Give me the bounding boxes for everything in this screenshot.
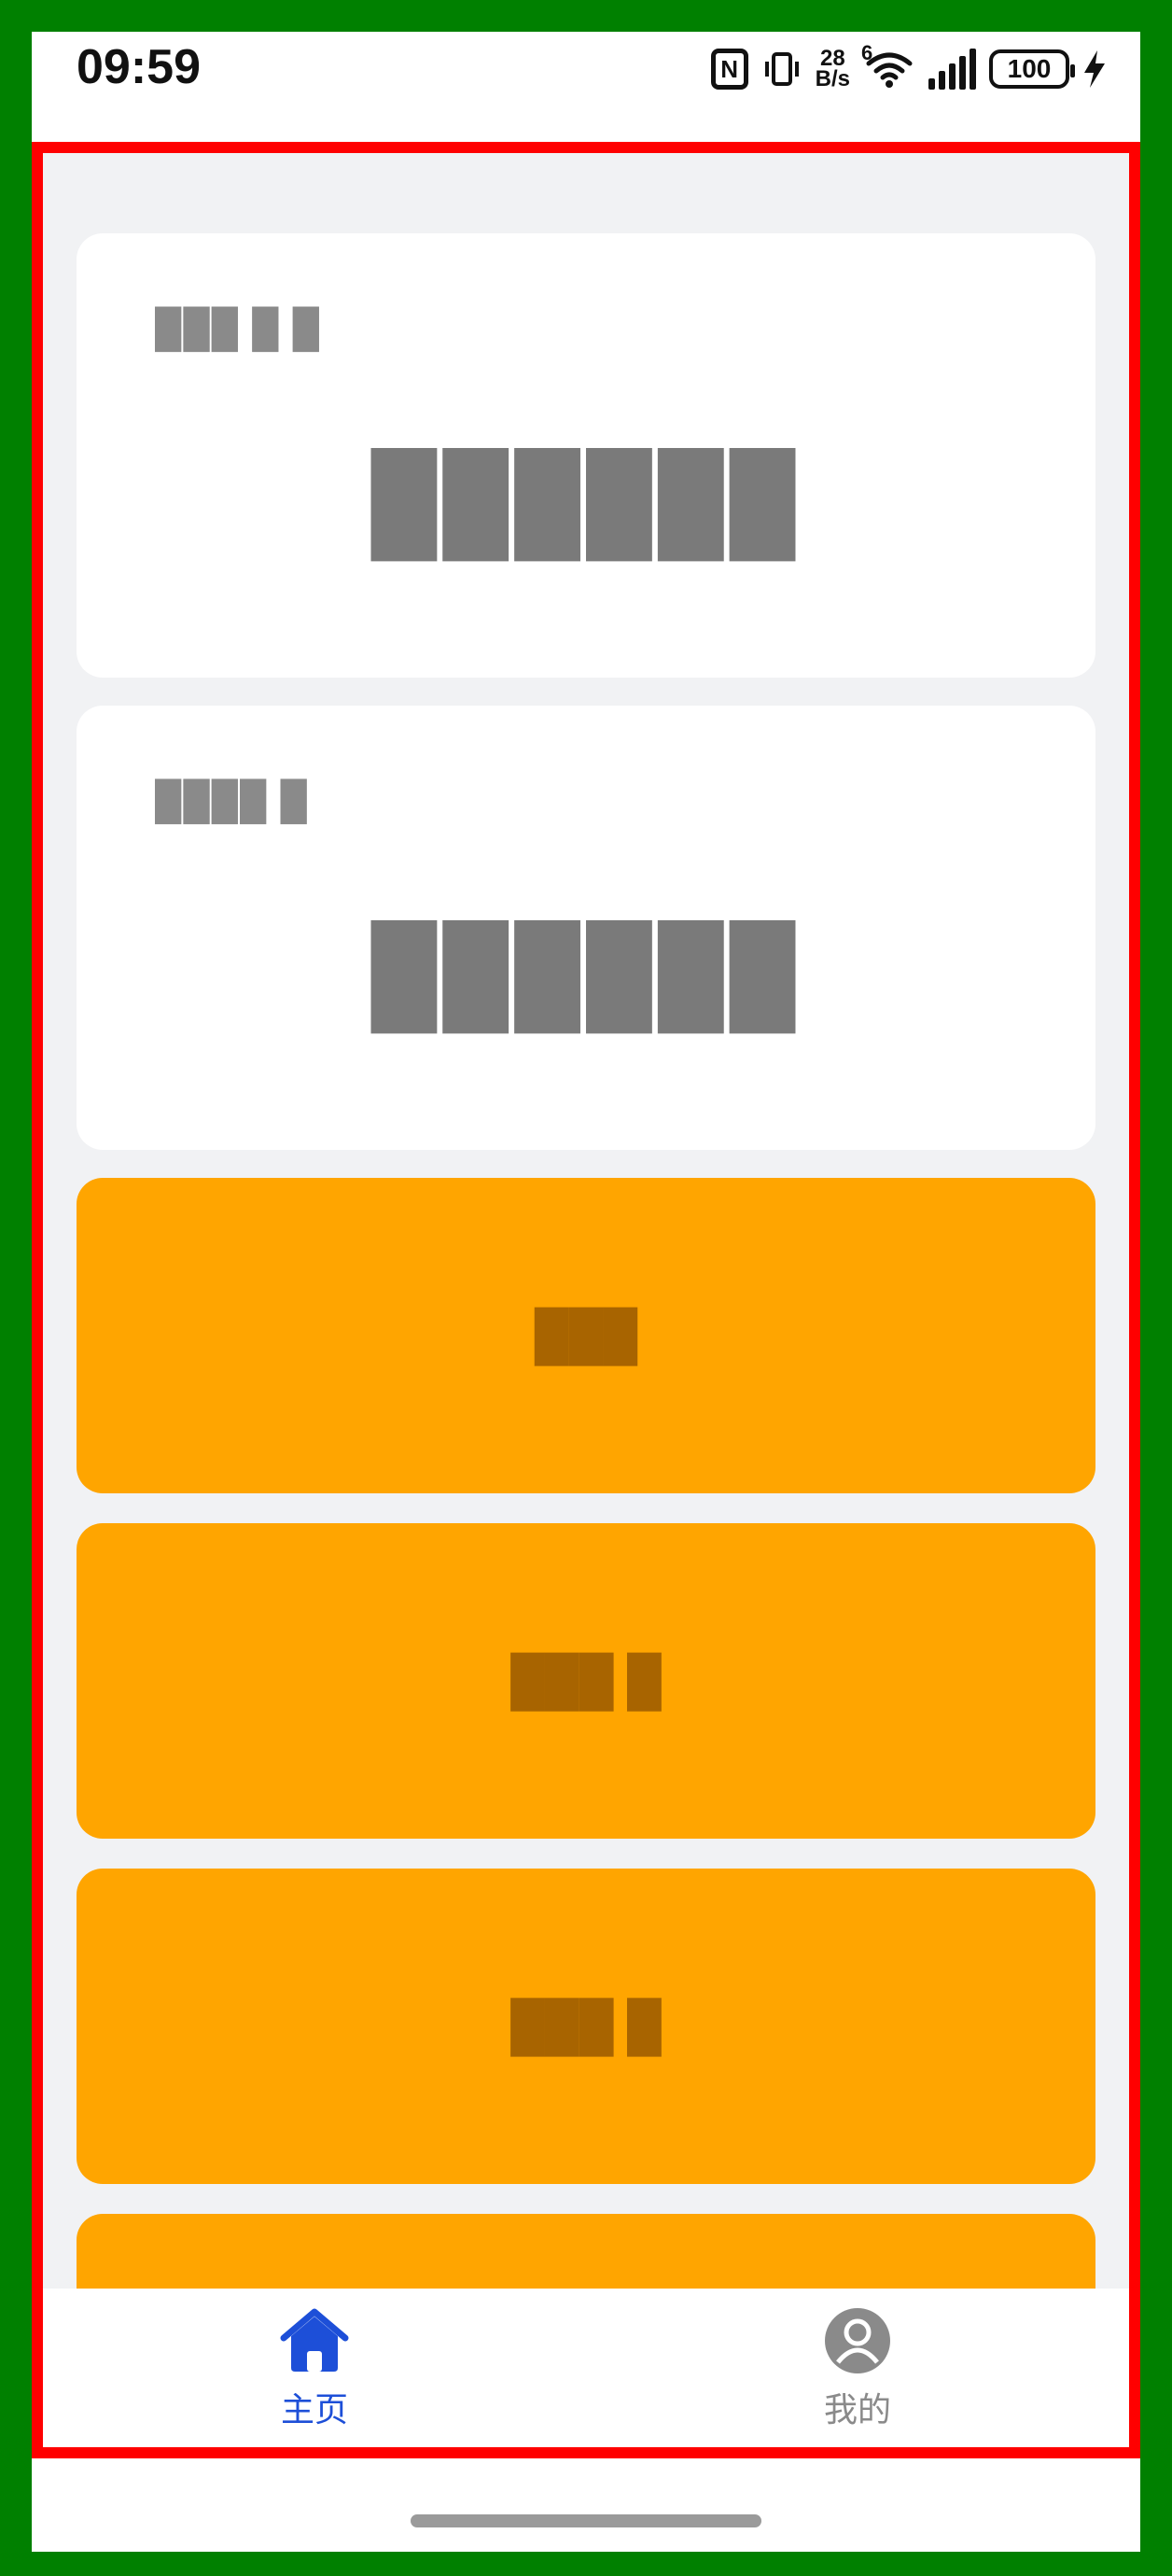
battery-level: 100 [1007,54,1052,83]
content-frame: ███ █ █ ██████ ████ █ ██████ ███ ███ █ █… [32,142,1140,2458]
status-time: 09:59 [77,40,201,94]
home-indicator[interactable] [411,2514,761,2527]
charging-icon [1082,49,1107,90]
action-button-label: ███ █ [510,1654,662,1708]
action-button-label: ███ [534,1309,638,1363]
info-card-1: ███ █ █ ██████ [77,233,1095,678]
home-icon [280,2308,349,2372]
action-button-label: ███ █ [510,1999,662,2053]
tab-home[interactable]: 主页 [43,2289,586,2447]
battery-icon: 100 [989,49,1075,89]
action-button-2[interactable]: ███ █ [77,1523,1095,1839]
action-button-label [77,2214,1095,2289]
tab-mine-label: 我的 [823,2390,891,2429]
tab-mine[interactable]: 我的 [586,2289,1129,2447]
vibrate-icon [761,49,802,90]
info-card-label: ███ █ █ [155,308,321,349]
status-icons: N 28 B/s 6 100 [710,41,1107,97]
wifi-icon: 6 [861,41,915,90]
tab-bar: 主页 我的 [43,2289,1129,2447]
info-card-2: ████ █ ██████ [77,706,1095,1150]
action-button-4[interactable] [77,2214,1095,2289]
card-list[interactable]: ███ █ █ ██████ ████ █ ██████ ███ ███ █ █… [43,153,1129,2289]
phone-screen: 09:59 N 28 B/s 6 100 ███ █ █ ██████ ████… [32,32,1140,2552]
action-button-3[interactable]: ███ █ [77,1869,1095,2184]
info-card-value: ██████ [370,921,802,1026]
gesture-area [32,2458,1140,2552]
signal-icon [928,49,976,90]
user-icon [825,2308,890,2373]
network-speed-unit: B/s [815,66,850,91]
info-card-value: ██████ [370,449,802,553]
status-bar: 09:59 N 28 B/s 6 100 [32,32,1140,142]
tab-home-label: 主页 [280,2390,348,2429]
wifi-generation: 6 [861,41,873,64]
info-card-label: ████ █ [155,780,309,821]
action-button-1[interactable]: ███ [77,1178,1095,1493]
network-speed: 28 B/s [815,48,850,91]
nfc-icon: N [710,49,748,90]
